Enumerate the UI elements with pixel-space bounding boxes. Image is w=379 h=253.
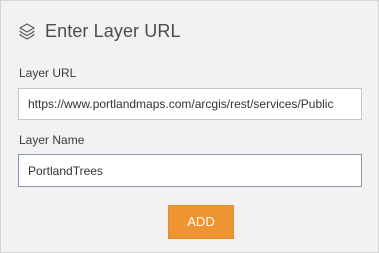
layer-url-input[interactable] xyxy=(18,88,362,120)
layers-icon xyxy=(18,22,36,40)
enter-layer-url-panel: Enter Layer URL Layer URL Layer Name ADD xyxy=(0,0,379,253)
panel-title: Enter Layer URL xyxy=(45,20,181,41)
layer-url-label: Layer URL xyxy=(19,66,77,80)
layer-name-label: Layer Name xyxy=(19,133,85,147)
layer-name-input[interactable] xyxy=(18,154,362,187)
panel-header: Enter Layer URL xyxy=(18,18,181,44)
add-button[interactable]: ADD xyxy=(168,205,234,239)
